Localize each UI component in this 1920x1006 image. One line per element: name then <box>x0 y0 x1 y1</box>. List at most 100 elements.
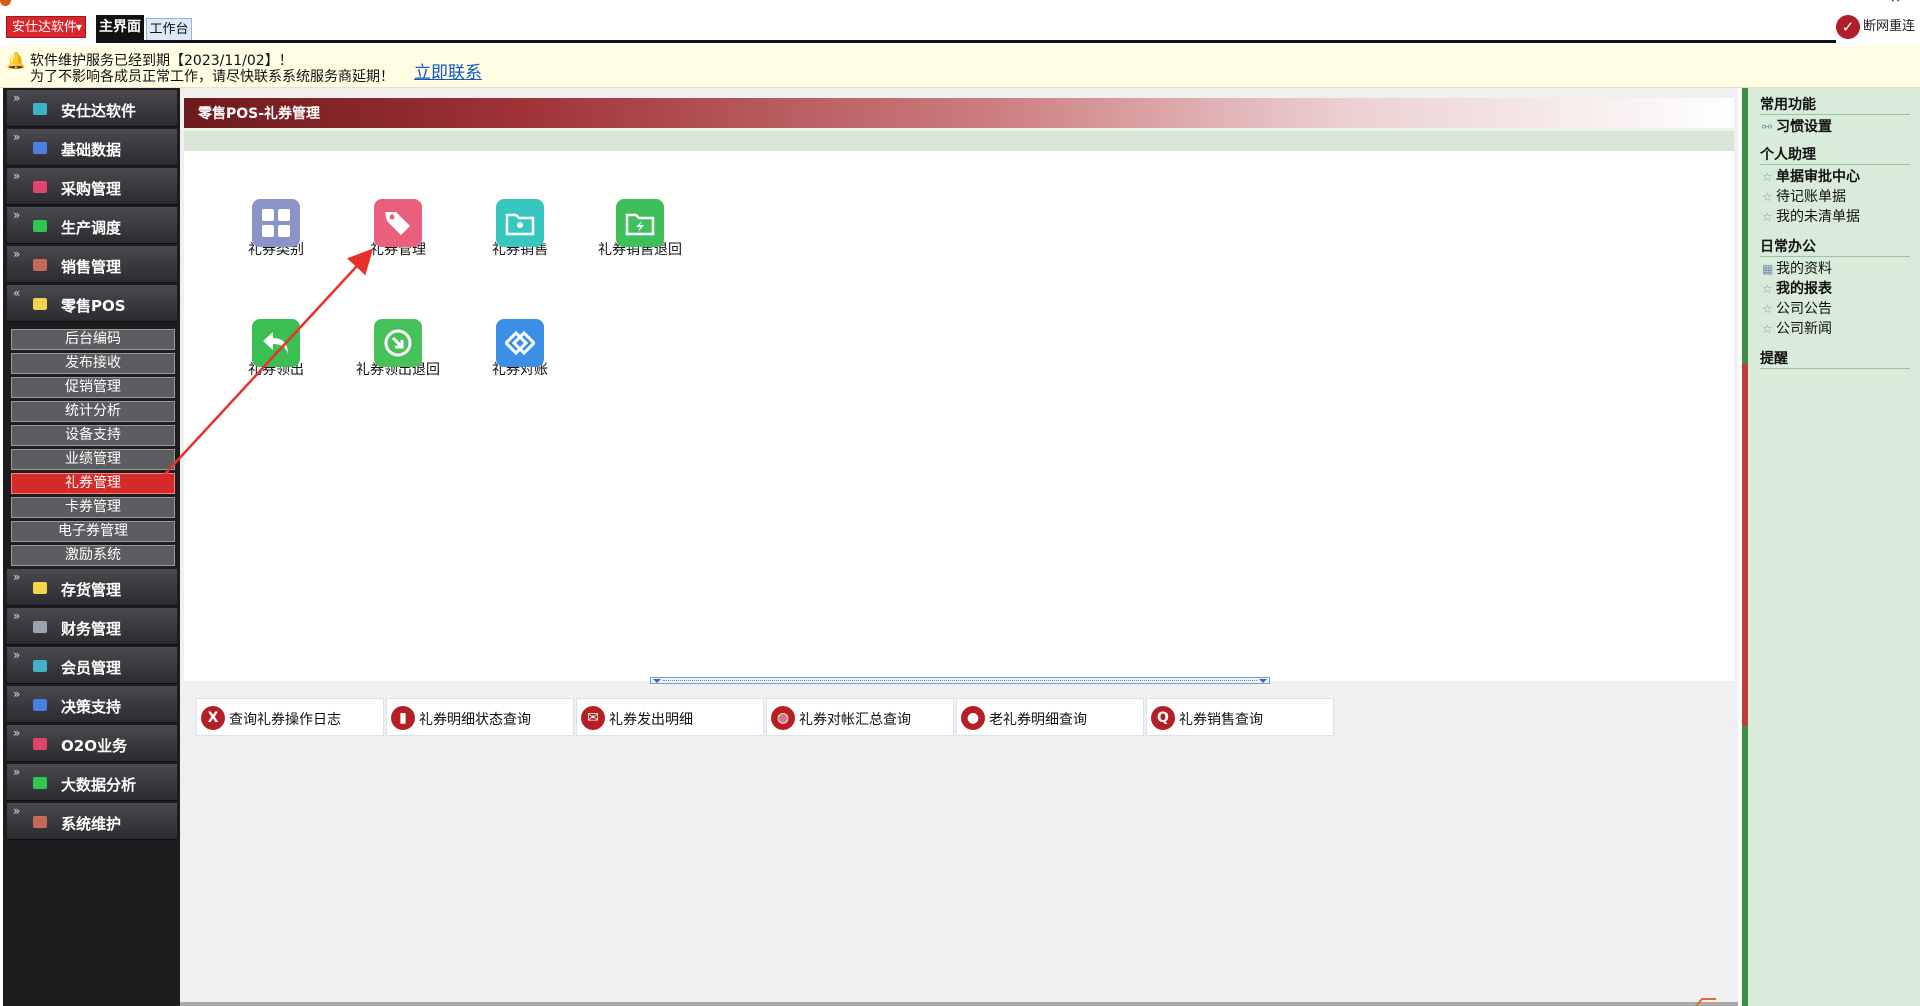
module-icon <box>33 621 47 633</box>
sidebar-item-member[interactable]: » 会员管理 <box>7 647 177 684</box>
report-label: 礼券对帐汇总查询 <box>799 712 911 728</box>
sidebar-item-decision[interactable]: » 决策支持 <box>7 686 177 723</box>
bell-icon: 🔔 <box>6 51 26 70</box>
left-sidebar: » 安仕达软件 » 基础数据 » 采购管理 » 生产调度 » 销售管理 « 零售… <box>3 88 180 1006</box>
brand-menu-button[interactable]: 安仕达软件 ▼ <box>6 16 86 38</box>
main-content: 零售POS-礼券管理 礼券类别 礼券管理 礼券销售 礼券销售退回 礼券领出 礼券… <box>180 88 1738 1006</box>
sidebar-item-label: 零售POS <box>61 297 126 315</box>
sidebar-item-anshida[interactable]: » 安仕达软件 <box>7 90 177 127</box>
report-old-voucher[interactable]: ● 老礼券明细查询 <box>956 698 1144 736</box>
bar-chart-icon: ▮ <box>391 706 415 730</box>
tab-main-interface[interactable]: 主界面 <box>96 15 144 41</box>
subitem-device-support[interactable]: 设备支持 <box>11 425 175 446</box>
tile-voucher-issue[interactable]: 礼券领出 <box>234 319 318 377</box>
notice-line-2: 为了不影响各成员正常工作，请尽快联系系统服务商延期！ <box>30 69 394 85</box>
right-panel: 常用功能 ⚯ 习惯设置 个人助理 ☆ 单据审批中心 ☆ 待记账单据 ☆ 我的未清单据 日… <box>1742 88 1920 1006</box>
panel-splitter[interactable] <box>650 677 1270 684</box>
star-icon: ☆ <box>1762 190 1773 204</box>
link-pending-bookkeeping[interactable]: ☆ 待记账单据 <box>1762 186 1846 206</box>
tag-icon <box>374 199 422 247</box>
sidebar-item-label: 安仕达软件 <box>61 102 137 120</box>
tile-voucher-reconcile[interactable]: 礼券对账 <box>478 319 562 377</box>
sidebar-item-retail-pos[interactable]: « 零售POS <box>7 285 177 322</box>
link-habit-settings[interactable]: ⚯ 习惯设置 <box>1762 116 1832 136</box>
section-daily-office: 日常办公 <box>1760 236 1910 257</box>
sidebar-item-big-data[interactable]: » 大数据分析 <box>7 764 177 801</box>
sidebar-item-label: O2O业务 <box>61 737 127 755</box>
sidebar-item-inventory[interactable]: » 存货管理 <box>7 569 177 606</box>
report-voucher-issued[interactable]: ✉ 礼券发出明细 <box>576 698 764 736</box>
sidebar-item-label: 基础数据 <box>61 141 122 159</box>
subitem-publish-receive[interactable]: 发布接收 <box>11 353 175 374</box>
subitem-e-voucher[interactable]: 电子券管理 <box>11 521 175 542</box>
header-subband <box>184 131 1734 151</box>
report-label: 老礼券明细查询 <box>989 712 1087 728</box>
subitem-performance[interactable]: 业绩管理 <box>11 449 175 470</box>
link-icon: ⚯ <box>1762 120 1773 134</box>
report-voucher-reconcile-summary[interactable]: ◍ 礼券对帐汇总查询 <box>766 698 954 736</box>
report-voucher-log[interactable]: X 查询礼券操作日志 <box>196 698 384 736</box>
double-chevron-icon: » <box>13 687 21 701</box>
window-titlebar: – × <box>0 0 1920 8</box>
tile-voucher-issue-return[interactable]: 礼券领出退回 <box>356 319 440 377</box>
sidebar-item-label: 财务管理 <box>61 620 122 638</box>
link-company-announcements[interactable]: ☆ 公司公告 <box>1762 298 1832 318</box>
subitem-card-voucher[interactable]: 卡券管理 <box>11 497 175 518</box>
link-company-news[interactable]: ☆ 公司新闻 <box>1762 318 1832 338</box>
subitem-promotion[interactable]: 促销管理 <box>11 377 175 398</box>
close-button[interactable]: × <box>1890 0 1901 6</box>
double-chevron-icon: » <box>13 91 21 105</box>
sidebar-item-finance[interactable]: » 财务管理 <box>7 608 177 645</box>
tile-voucher-sales[interactable]: 礼券销售 <box>478 199 562 257</box>
circle-arrow-icon <box>374 319 422 367</box>
function-canvas: 礼券类别 礼券管理 礼券销售 礼券销售退回 礼券领出 礼券领出退回 礼券对账 <box>184 151 1734 681</box>
sidebar-item-o2o[interactable]: » O2O业务 <box>7 725 177 762</box>
arrow-down-icon <box>653 679 661 683</box>
link-my-reports[interactable]: ☆ 我的报表 <box>1762 278 1832 298</box>
sidebar-item-system[interactable]: » 系统维护 <box>7 803 177 840</box>
section-common-functions: 常用功能 <box>1760 94 1910 115</box>
section-reminders: 提醒 <box>1760 348 1910 369</box>
check-circle-icon: ✓ <box>1836 14 1860 39</box>
subitem-incentive[interactable]: 激励系统 <box>11 545 175 566</box>
link-my-profile[interactable]: ▦ 我的资料 <box>1762 258 1832 278</box>
tile-voucher-category[interactable]: 礼券类别 <box>234 199 318 257</box>
double-chevron-icon: » <box>13 609 21 623</box>
module-icon <box>33 777 47 789</box>
double-chevron-down-icon: « <box>13 286 21 300</box>
module-icon <box>33 660 47 672</box>
module-icon <box>33 298 47 310</box>
tab-workbench[interactable]: 工作台 <box>146 18 192 41</box>
double-chevron-icon: » <box>13 169 21 183</box>
link-my-open-documents[interactable]: ☆ 我的未清单据 <box>1762 206 1860 226</box>
grid-icon <box>252 199 300 247</box>
subitem-backend-code[interactable]: 后台编码 <box>11 329 175 350</box>
sidebar-item-sales[interactable]: » 销售管理 <box>7 246 177 283</box>
link-approval-center[interactable]: ☆ 单据审批中心 <box>1762 166 1860 186</box>
module-icon <box>33 738 47 750</box>
contact-now-link[interactable]: 立即联系 <box>414 58 482 83</box>
minimize-button[interactable]: – <box>1842 0 1849 6</box>
panel-edge-marker <box>1742 364 1748 726</box>
tile-voucher-sales-return[interactable]: 礼券销售退回 <box>598 199 682 257</box>
tile-voucher-management[interactable]: 礼券管理 <box>356 199 440 257</box>
sidebar-item-label: 会员管理 <box>61 659 122 677</box>
sidebar-item-base-data[interactable]: » 基础数据 <box>7 129 177 166</box>
module-icon <box>33 699 47 711</box>
double-chevron-icon: » <box>13 570 21 584</box>
double-chevron-icon: » <box>13 247 21 261</box>
search-icon: Q <box>1151 706 1175 730</box>
globe-icon: ◍ <box>771 706 795 730</box>
sidebar-item-purchase[interactable]: » 采购管理 <box>7 168 177 205</box>
module-icon <box>33 181 47 193</box>
sidebar-item-label: 采购管理 <box>61 180 122 198</box>
subitem-gift-voucher[interactable]: 礼券管理 <box>11 473 175 494</box>
reconnect-button[interactable]: ✓ 断网重连 <box>1836 14 1915 40</box>
subitem-statistics[interactable]: 统计分析 <box>11 401 175 422</box>
section-personal-assistant: 个人助理 <box>1760 144 1910 165</box>
double-chevron-icon: » <box>13 804 21 818</box>
sidebar-item-production[interactable]: » 生产调度 <box>7 207 177 244</box>
reconnect-label: 断网重连 <box>1863 19 1916 34</box>
report-voucher-status[interactable]: ▮ 礼券明细状态查询 <box>386 698 574 736</box>
report-voucher-sales[interactable]: Q 礼券销售查询 <box>1146 698 1334 736</box>
